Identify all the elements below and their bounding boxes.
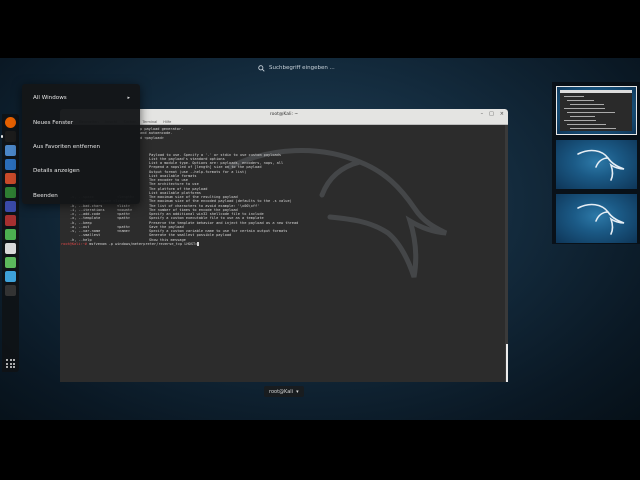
greenbone-icon[interactable] xyxy=(5,257,16,268)
kali-dragon-icon xyxy=(577,203,625,235)
workspace-1[interactable] xyxy=(556,86,637,135)
terminal-prompt: root@Kali:~# xyxy=(61,241,87,246)
menu-item-show-details[interactable]: Details anzeigen xyxy=(22,159,140,183)
menu-item-label: Aus Favoriten entfernen xyxy=(33,143,101,150)
menu-item-label: Details anzeigen xyxy=(33,168,80,175)
workspace-2[interactable] xyxy=(556,140,637,189)
terminal-title: root@Kali: ~ xyxy=(269,111,299,117)
menu-item-remove-favorite[interactable]: Aus Favoriten entfernen xyxy=(22,135,140,159)
menu-item-quit[interactable]: Beenden xyxy=(22,184,140,208)
terminal-cursor xyxy=(197,241,200,246)
workspace-3[interactable] xyxy=(556,194,637,243)
show-applications-icon[interactable] xyxy=(6,359,15,368)
terminal-scrollbar[interactable] xyxy=(505,125,508,382)
terminal-icon[interactable] xyxy=(1,131,16,142)
terminal-command: msfvenom -p windows/meterpreter/reverse_… xyxy=(86,241,198,246)
workspace-terminal-thumbnail xyxy=(560,90,632,131)
menu-item-all-windows[interactable]: All Windows ▸ xyxy=(22,86,140,110)
window-label-text: root@Kali xyxy=(269,388,294,395)
menu-item-label: All Windows xyxy=(33,95,67,102)
armitage-icon[interactable] xyxy=(5,173,16,184)
dock xyxy=(1,114,19,372)
menu-terminal[interactable]: Terminal xyxy=(142,120,157,124)
menu-item-new-window[interactable]: Neues Fenster xyxy=(22,110,140,134)
metasploit-icon[interactable] xyxy=(5,159,16,170)
kali-dragon-icon xyxy=(577,149,625,181)
close-button[interactable]: × xyxy=(500,111,504,117)
search-bar[interactable]: Suchbegriff eingeben ... xyxy=(258,62,335,74)
workspace-switcher xyxy=(552,82,640,244)
files-icon[interactable] xyxy=(5,145,16,156)
beef-icon[interactable] xyxy=(5,215,16,226)
terminal-argument: <path> xyxy=(117,216,130,221)
terminal-argument: <name> xyxy=(117,229,130,233)
scrollbar-thumb[interactable] xyxy=(506,344,508,382)
context-menu: All Windows ▸ Neues Fenster Aus Favorite… xyxy=(22,84,140,204)
maltego-icon[interactable] xyxy=(5,201,16,212)
search-placeholder: Suchbegriff eingeben ... xyxy=(269,65,335,71)
desktop: Suchbegriff eingeben ... root@Kali: ~ – … xyxy=(0,58,640,420)
submenu-arrow-icon: ▸ xyxy=(127,95,130,102)
leafpad-icon[interactable] xyxy=(5,229,16,240)
cherrytree-icon[interactable] xyxy=(5,243,16,254)
firefox-icon[interactable] xyxy=(5,117,16,128)
terminal-text: d <payload> xyxy=(140,135,164,140)
menu-item-label: Neues Fenster xyxy=(33,119,74,126)
menu-item-label: Beenden xyxy=(33,192,58,199)
chevron-down-icon: ▾ xyxy=(296,388,299,395)
recordmydesktop-icon[interactable] xyxy=(5,285,16,296)
minimize-button[interactable]: – xyxy=(481,111,484,117)
search-icon xyxy=(258,64,265,72)
burpsuite-icon[interactable] xyxy=(5,187,16,198)
maximize-button[interactable]: □ xyxy=(489,111,494,117)
window-title-label[interactable]: root@Kali ▾ xyxy=(264,386,304,397)
network-icon[interactable] xyxy=(5,271,16,282)
menu-help[interactable]: Hilfe xyxy=(163,120,171,124)
